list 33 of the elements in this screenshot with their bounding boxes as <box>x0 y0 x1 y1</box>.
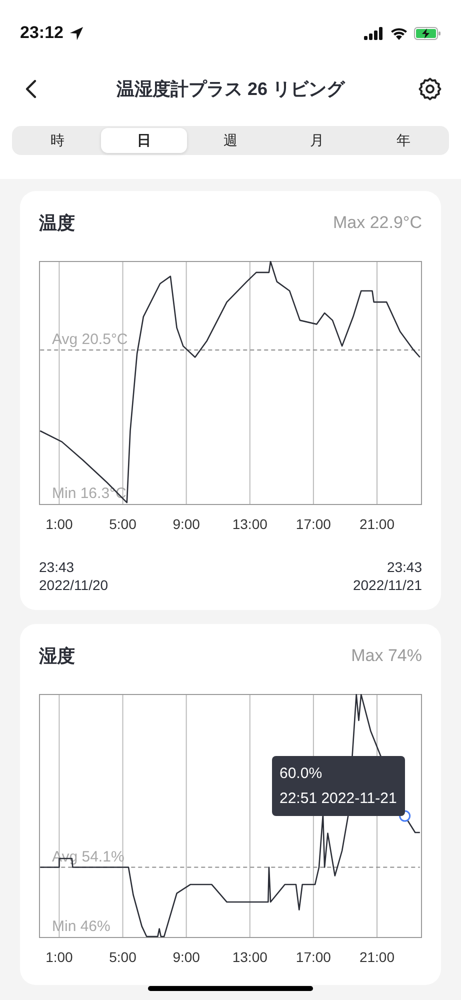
x-axis-label: 9:00 <box>172 949 200 965</box>
tooltip: 60.0% 22:51 2022-11-21 <box>272 756 405 816</box>
x-axis-label: 5:00 <box>109 516 136 532</box>
page-title: 温湿度計プラス 26 リビング <box>116 78 345 101</box>
x-axis-label: 13:00 <box>232 949 268 965</box>
period-tab[interactable]: 年 <box>360 128 447 153</box>
max-value: Max 74% <box>351 646 422 666</box>
x-axis-label: 5:00 <box>109 949 136 965</box>
period-tab[interactable]: 時 <box>14 128 101 153</box>
signal-icon <box>364 26 384 40</box>
period-tab[interactable]: 週 <box>187 128 274 153</box>
card-title: 温度 <box>39 212 75 235</box>
period-tab[interactable]: 月 <box>274 128 360 153</box>
x-axis-label: 21:00 <box>359 949 395 965</box>
battery-charging-icon <box>414 26 441 40</box>
card-title: 湿度 <box>39 645 75 668</box>
wifi-icon <box>390 26 408 40</box>
chevron-left-icon <box>25 79 37 99</box>
max-value: Max 22.9°C <box>332 213 422 233</box>
period-tab[interactable]: 日 <box>100 128 188 153</box>
start-datetime: 23:43 2022/11/20 <box>39 558 108 594</box>
status-time: 23:12 <box>20 23 64 43</box>
gear-icon <box>417 76 443 102</box>
settings-button[interactable] <box>417 76 443 102</box>
x-axis-label: 9:00 <box>172 516 200 532</box>
x-axis-label: 17:00 <box>296 949 331 965</box>
end-datetime: 23:43 2022/11/21 <box>352 558 422 594</box>
x-axis-label: 1:00 <box>46 949 73 965</box>
x-axis-label: 1:00 <box>46 516 73 532</box>
x-axis-label: 13:00 <box>232 516 268 532</box>
x-axis-label: 17:00 <box>296 516 331 532</box>
x-axis-label: 21:00 <box>359 516 395 532</box>
location-arrow-icon <box>69 26 84 40</box>
